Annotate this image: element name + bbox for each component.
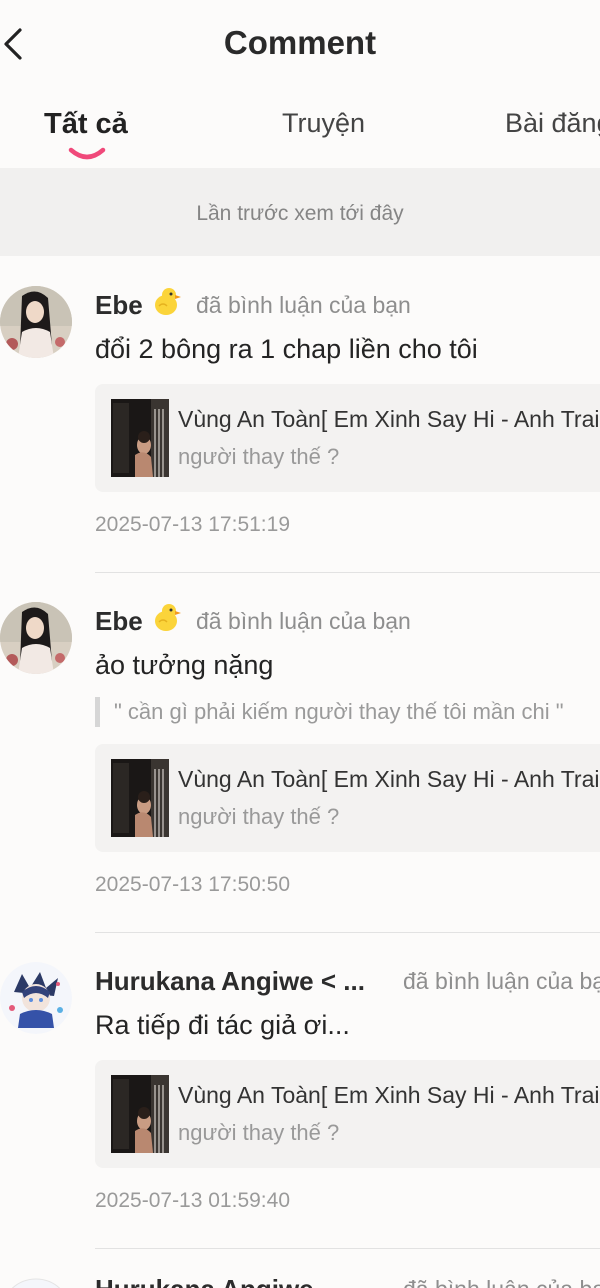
notification-item[interactable]: Hurukana Angiwe < ... đã bình luận của b… (0, 962, 600, 1252)
action-text: đã bình luận của bạn (196, 608, 411, 634)
chapter-title: người thay thế ? (178, 804, 340, 829)
page-title: Comment (223, 24, 377, 61)
avatar[interactable] (0, 1278, 72, 1288)
story-title: Vùng An Toàn[ Em Xinh Say Hi - Anh Trai (178, 406, 600, 432)
tab-stories[interactable]: Truyện (282, 108, 365, 139)
story-thumbnail (111, 759, 169, 837)
username[interactable]: Ebe (95, 290, 143, 321)
notification-item[interactable]: Ebe đã bình luận của bạn đổi 2 bông ra 1… (0, 286, 600, 576)
story-card[interactable]: Vùng An Toàn[ Em Xinh Say Hi - Anh Trai … (95, 1060, 600, 1168)
quoted-reply: " cần gì phải kiếm người thay thế tôi mầ… (95, 697, 564, 727)
divider (95, 932, 600, 933)
timestamp: 2025-07-13 01:59:40 (95, 1189, 290, 1212)
tab-posts[interactable]: Bài đăng (505, 108, 600, 139)
story-card[interactable]: Vùng An Toàn[ Em Xinh Say Hi - Anh Trai … (95, 744, 600, 852)
chick-badge-icon (150, 602, 182, 639)
username[interactable]: Hurukana Angiwe (95, 1274, 314, 1288)
tab-all[interactable]: Tất cả (44, 108, 128, 141)
story-thumbnail (111, 399, 169, 477)
username[interactable]: Hurukana Angiwe < ... (95, 966, 365, 997)
story-thumbnail (111, 1075, 169, 1153)
story-title: Vùng An Toàn[ Em Xinh Say Hi - Anh Trai (178, 766, 600, 792)
tab-bar: Tất cả Truyện Bài đăng (0, 96, 600, 164)
comment-text: ảo tưởng nặng (95, 650, 274, 680)
avatar[interactable] (0, 962, 72, 1034)
action-text: đã bình luận của bạn (403, 1276, 600, 1288)
avatar[interactable] (0, 286, 72, 358)
timestamp: 2025-07-13 17:51:19 (95, 513, 290, 536)
timestamp: 2025-07-13 17:50:50 (95, 873, 290, 896)
chapter-title: người thay thế ? (178, 1120, 340, 1145)
header-bar: Comment (0, 0, 600, 88)
active-tab-indicator (68, 146, 106, 162)
chick-badge-icon (150, 286, 182, 323)
story-card[interactable]: Vùng An Toàn[ Em Xinh Say Hi - Anh Trai … (95, 384, 600, 492)
comment-text: Ra tiếp đi tác giả ơi... (95, 1010, 350, 1040)
story-title: Vùng An Toàn[ Em Xinh Say Hi - Anh Trai (178, 1082, 600, 1108)
action-text: đã bình luận của bạn (196, 292, 411, 318)
last-viewed-banner: Lần trước xem tới đây (0, 168, 600, 256)
action-text: đã bình luận của bạn (403, 968, 600, 994)
divider (95, 572, 600, 573)
avatar[interactable] (0, 602, 72, 674)
divider (95, 1248, 600, 1249)
username[interactable]: Ebe (95, 606, 143, 637)
chapter-title: người thay thế ? (178, 444, 340, 469)
notification-item[interactable]: Ebe đã bình luận của bạn ảo tưởng nặng "… (0, 602, 600, 934)
comment-text: đổi 2 bông ra 1 chap liền cho tôi (95, 334, 478, 364)
notification-item[interactable]: Hurukana Angiwe đã bình luận của bạn (0, 1274, 600, 1288)
